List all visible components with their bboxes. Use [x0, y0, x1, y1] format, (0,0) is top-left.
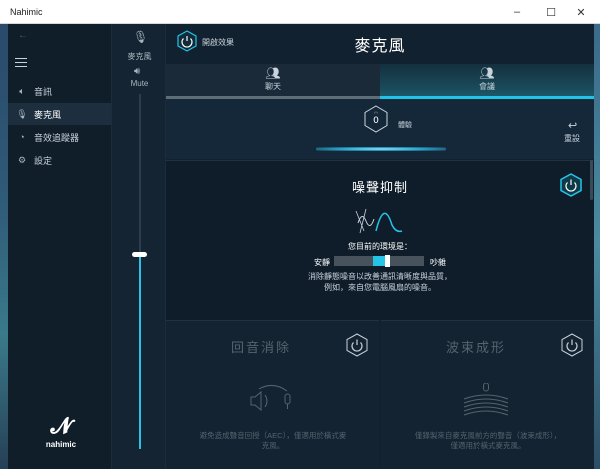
preset-section: ◠ 0 體驗 ↩ 重設 — [166, 99, 594, 159]
noise-reduction-description: 消除靜態噪音以改善通訊清晰度與品質，例如，來自您電腦風扇的噪音。 — [308, 272, 452, 292]
preset-glow — [316, 147, 446, 151]
echo-cancel-panel: 回音消除 避免造成聲音回授（AEC），僅適用於橫式麥克風。 — [166, 320, 379, 469]
minimize-button[interactable]: – — [502, 0, 532, 24]
feature-panels: 回音消除 避免造成聲音回授（AEC），僅適用於橫式麥克風。 波束成形 僅錄製來自… — [166, 320, 594, 469]
beamforming-icon — [463, 383, 509, 416]
window-title: Nahimic — [10, 6, 43, 17]
tab-label: 會議 — [479, 82, 495, 91]
noise-reduction-power-button[interactable] — [560, 173, 582, 197]
microphone-icon: 🎙︎ — [133, 30, 149, 44]
echo-speaker-mic-icon — [250, 385, 291, 412]
back-arrow-icon[interactable]: ← — [18, 30, 28, 41]
beamforming-panel: 波束成形 僅錄製來自麥克風前方的聲音（波束成形），僅適用於橫式麥克風。 — [381, 320, 594, 469]
preset-label: 體驗 — [398, 122, 412, 129]
beamforming-power-button[interactable] — [561, 333, 583, 357]
environment-slider-fill — [373, 256, 385, 266]
logo-wordmark: nahimic — [45, 440, 77, 449]
noisy-label: 吵雜 — [430, 258, 446, 267]
reset-icon[interactable]: ↩ — [568, 119, 577, 132]
quiet-label: 安靜 — [314, 258, 330, 267]
beamforming-description: 僅錄製來自麥克風前方的聲音（波束成形），僅適用於橫式麥克風。 — [414, 431, 562, 450]
echo-cancel-description: 避免造成聲音回授（AEC），僅適用於橫式麥克風。 — [199, 431, 347, 450]
mute-label: Mute — [130, 79, 149, 88]
microphone-icon: 🎙︎ — [16, 108, 28, 119]
close-button[interactable]: ✕ — [566, 0, 596, 24]
reset-label[interactable]: 重設 — [564, 133, 580, 144]
nahimic-logo: 𝓝 nahimic — [36, 414, 86, 450]
environment-question: 您目前的環境是： — [348, 242, 412, 251]
noise-reduction-title: 噪聲抑制 — [351, 180, 408, 195]
desktop-wallpaper-right — [594, 20, 600, 469]
noise-reduction-section: 噪聲抑制 您目前的環境是： 安靜 吵雜 消除靜態噪音以改善通訊清晰度與品質，例如… — [166, 160, 594, 320]
preset-value: 0 — [373, 116, 379, 126]
gear-icon: ⚙ — [17, 154, 27, 165]
sidebar-item-label: 設定 — [34, 155, 53, 166]
tab-bar: 👥︎ 聊天 👥︎ 會議 — [166, 64, 594, 98]
environment-slider-thumb[interactable] — [385, 255, 390, 267]
sidebar-item-label: 音訊 — [34, 86, 53, 97]
beamforming-title: 波束成形 — [445, 340, 506, 355]
sidebar-item-audio[interactable]: 🔈︎ 音訊 — [8, 80, 111, 102]
volume-slider-fill — [139, 253, 141, 449]
tracker-icon: ◔ — [19, 132, 25, 142]
chat-people-icon: 👥︎ — [265, 66, 281, 80]
environment-slider[interactable] — [334, 255, 424, 267]
sidebar-item-microphone[interactable]: 🎙︎ 麥克風 — [8, 103, 111, 125]
volume-slider-thumb[interactable] — [132, 251, 147, 257]
tab-label: 聊天 — [265, 82, 281, 91]
sidebar-item-sound-tracker[interactable]: ◔ 音效追蹤器 — [8, 126, 111, 148]
hamburger-menu-icon[interactable] — [15, 58, 27, 67]
mic-label: 麥克風 — [127, 52, 152, 61]
noise-wave-icon — [355, 208, 403, 234]
main-panel: 開啟效果 麥克風 👥︎ 聊天 👥︎ 會議 ◠ 0 體驗 ↩ 重設 噪聲抑制 您目… — [166, 24, 594, 469]
echo-cancel-title: 回音消除 — [230, 340, 291, 355]
title-bar: Nahimic – ☐ ✕ — [0, 0, 600, 24]
maximize-button[interactable]: ☐ — [536, 0, 566, 24]
nahimic-logo-icon: 𝓝 — [50, 414, 72, 439]
tab-meeting[interactable]: 👥︎ 會議 — [380, 64, 594, 98]
desktop-wallpaper-left — [0, 20, 8, 469]
scrollbar[interactable] — [590, 160, 593, 200]
mute-toggle-icon[interactable]: 🔊︎ — [134, 66, 140, 77]
sidebar-item-settings[interactable]: ⚙ 設定 — [8, 149, 111, 171]
sidebar: ← 🔈︎ 音訊 🎙︎ 麥克風 ◔ 音效追蹤器 ⚙ 設定 𝓝 nahimic — [8, 24, 111, 469]
echo-cancel-power-button[interactable] — [346, 333, 368, 357]
sidebar-item-label: 麥克風 — [34, 109, 62, 120]
meeting-people-icon: 👥︎ — [479, 66, 495, 80]
main-header: 開啟效果 麥克風 — [166, 24, 594, 68]
mic-volume-panel: 🎙︎ 麥克風 🔊︎ Mute — [111, 24, 166, 469]
speaker-icon: 🔈︎ — [19, 85, 25, 96]
sidebar-item-label: 音效追蹤器 — [34, 132, 80, 143]
page-title: 麥克風 — [354, 38, 406, 55]
tab-chat[interactable]: 👥︎ 聊天 — [166, 64, 380, 98]
